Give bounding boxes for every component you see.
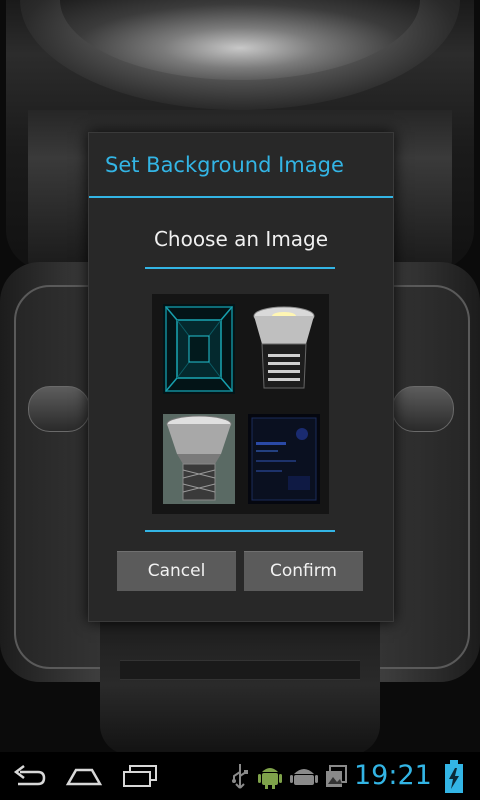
flashlight-bulb-thumbnail[interactable]: [248, 304, 320, 394]
usb-icon: [232, 764, 248, 789]
cancel-button[interactable]: Cancel: [117, 551, 236, 591]
flashlight-knob-left: [28, 386, 90, 432]
flashlight-head-thumbnail[interactable]: [163, 414, 235, 504]
flashlight-tail-ring: [120, 660, 360, 680]
dark-blue-thumbnail[interactable]: [248, 414, 320, 504]
dialog-title: Set Background Image: [105, 153, 344, 177]
recent-apps-icon[interactable]: [120, 760, 160, 792]
home-icon[interactable]: [64, 760, 104, 792]
bottom-divider: [145, 530, 335, 532]
dialog-title-divider: [89, 196, 393, 198]
status-clock: 19:21: [354, 760, 432, 791]
back-icon[interactable]: [8, 760, 48, 792]
set-background-dialog: Set Background Image Choose an Image Can…: [88, 132, 394, 622]
choose-image-prompt: Choose an Image: [153, 227, 329, 251]
android-icon: [258, 768, 282, 789]
flashlight-knob-right: [392, 386, 454, 432]
android-icon: [290, 769, 318, 785]
image-grid: [152, 294, 329, 514]
prompt-underline: [145, 267, 335, 269]
screen: Set Background Image Choose an Image Can…: [0, 0, 480, 800]
confirm-button[interactable]: Confirm: [244, 551, 363, 591]
flashlight-tail: [100, 615, 380, 752]
system-bar: 19:21: [0, 752, 480, 800]
photo-icon: [326, 765, 347, 787]
teal-corridor-thumbnail[interactable]: [163, 304, 235, 394]
battery-charging-icon: [445, 760, 463, 793]
